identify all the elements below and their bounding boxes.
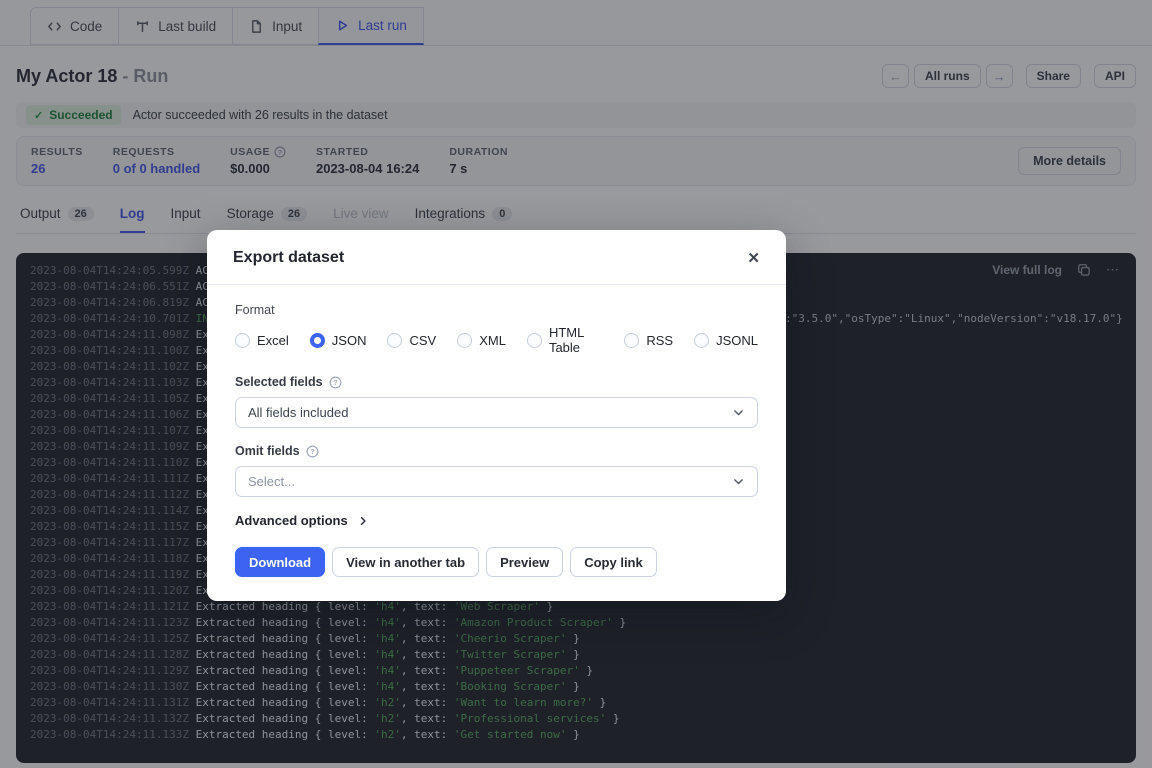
radio-icon [387, 333, 402, 348]
preview-button[interactable]: Preview [486, 547, 563, 577]
download-button[interactable]: Download [235, 547, 325, 577]
omit-fields-label: Omit fields ? [235, 444, 758, 458]
selected-fields-label: Selected fields ? [235, 375, 758, 389]
radio-icon [624, 333, 639, 348]
format-radio-group: Excel JSON CSV XML HTML Table RSS JSONL [235, 325, 758, 355]
format-radio-xml[interactable]: XML [457, 333, 506, 348]
export-dataset-modal: Export dataset ✕ Format Excel JSON CSV XML H… [207, 230, 786, 601]
omit-fields-placeholder: Select... [248, 474, 295, 489]
help-icon[interactable]: ? [329, 376, 342, 389]
close-icon[interactable]: ✕ [747, 251, 760, 266]
omit-fields-select[interactable]: Select... [235, 466, 758, 497]
modal-header: Export dataset ✕ [207, 230, 786, 284]
modal-title: Export dataset [233, 249, 344, 267]
advanced-options-toggle[interactable]: Advanced options [235, 513, 758, 528]
radio-icon [694, 333, 709, 348]
chevron-right-icon [357, 515, 369, 527]
format-radio-json[interactable]: JSON [310, 333, 367, 348]
selected-fields-label-text: Selected fields [235, 375, 323, 389]
format-radio-csv[interactable]: CSV [387, 333, 436, 348]
format-radio-excel[interactable]: Excel [235, 333, 289, 348]
omit-fields-label-text: Omit fields [235, 444, 300, 458]
radio-icon [310, 333, 325, 348]
format-radio-label: CSV [409, 333, 436, 348]
modal-button-row: Download View in another tab Preview Cop… [235, 547, 758, 577]
format-radio-rss[interactable]: RSS [624, 333, 673, 348]
format-radio-label: JSONL [716, 333, 758, 348]
svg-text:?: ? [310, 448, 314, 455]
modal-body: Format Excel JSON CSV XML HTML Table RSS JSONL… [207, 285, 786, 601]
chevron-down-icon [732, 475, 745, 488]
svg-text:?: ? [333, 379, 337, 386]
format-label: Format [235, 303, 758, 317]
format-radio-label: XML [479, 333, 506, 348]
format-radio-label: HTML Table [549, 325, 603, 355]
format-radio-label: RSS [646, 333, 673, 348]
view-in-another-tab-button[interactable]: View in another tab [332, 547, 479, 577]
format-radio-label: Excel [257, 333, 289, 348]
radio-icon [527, 333, 542, 348]
help-icon[interactable]: ? [306, 445, 319, 458]
chevron-down-icon [732, 406, 745, 419]
copy-link-button[interactable]: Copy link [570, 547, 657, 577]
selected-fields-value: All fields included [248, 405, 348, 420]
radio-icon [235, 333, 250, 348]
format-radio-html-table[interactable]: HTML Table [527, 325, 603, 355]
format-radio-jsonl[interactable]: JSONL [694, 333, 758, 348]
radio-icon [457, 333, 472, 348]
advanced-options-label: Advanced options [235, 513, 348, 528]
selected-fields-select[interactable]: All fields included [235, 397, 758, 428]
format-radio-label: JSON [332, 333, 367, 348]
